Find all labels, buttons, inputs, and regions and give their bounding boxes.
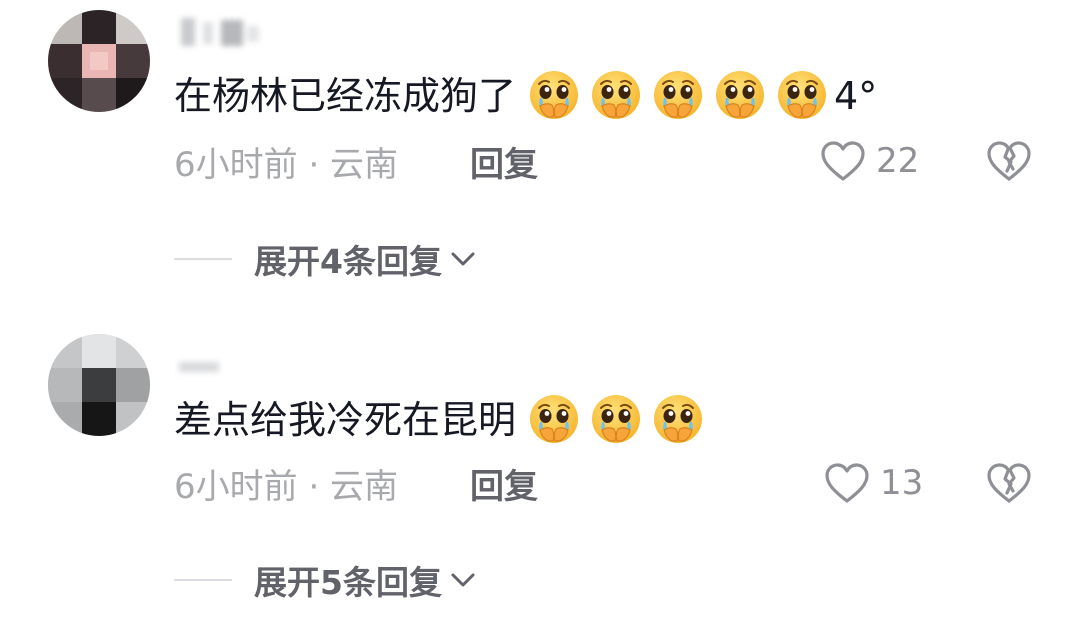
- pleading-face-covering-mouth-emoji: [592, 395, 641, 443]
- broken-heart-icon[interactable]: [986, 138, 1032, 184]
- timestamp-location: 6小时前 · 云南: [174, 466, 399, 507]
- expand-replies[interactable]: 展开4条回复: [174, 234, 478, 284]
- comment-text: 在杨林已经冻成狗了 4°: [174, 66, 877, 126]
- pleading-face-covering-mouth-emoji: [654, 71, 703, 119]
- like-button[interactable]: 22: [820, 136, 919, 186]
- comment-body: 在杨林已经冻成狗了: [174, 74, 517, 118]
- username-blurred[interactable]: [175, 12, 265, 52]
- reply-button[interactable]: 回复: [470, 458, 538, 508]
- divider: [174, 579, 232, 581]
- expand-replies-button[interactable]: 展开5条回复: [254, 556, 478, 604]
- timestamp-location: 6小时前 · 云南: [174, 144, 399, 185]
- reply-label: 回复: [470, 466, 538, 507]
- pleading-face-covering-mouth-emoji: [778, 71, 827, 119]
- like-count: 22: [876, 141, 920, 181]
- expand-replies-label: 展开5条回复: [254, 563, 442, 602]
- pleading-face-covering-mouth-emoji: [716, 71, 765, 119]
- broken-heart-icon[interactable]: [986, 460, 1032, 506]
- pleading-face-covering-mouth-emoji: [592, 71, 641, 119]
- expand-replies[interactable]: 展开5条回复: [174, 555, 478, 605]
- comment-text: 差点给我冷死在昆明: [174, 390, 710, 450]
- comment-body: 差点给我冷死在昆明: [174, 398, 517, 442]
- pleading-face-covering-mouth-emoji: [654, 395, 703, 443]
- divider: [174, 258, 232, 260]
- comment-suffix: 4°: [834, 74, 878, 118]
- like-count: 13: [880, 463, 924, 503]
- pleading-face-covering-mouth-emoji: [530, 395, 579, 443]
- pleading-face-covering-mouth-emoji: [530, 71, 579, 119]
- heart-icon: [825, 463, 869, 503]
- chevron-down-icon: [451, 252, 475, 266]
- expand-replies-label: 展开4条回复: [254, 242, 442, 281]
- comment-meta: 6小时前 · 云南: [174, 458, 398, 508]
- reply-button[interactable]: 回复: [470, 136, 538, 186]
- comment-meta: 6小时前 · 云南: [174, 136, 398, 186]
- avatar[interactable]: [48, 334, 150, 436]
- emoji-group: [516, 392, 706, 448]
- like-button[interactable]: 13: [824, 458, 923, 508]
- expand-replies-button[interactable]: 展开4条回复: [254, 235, 478, 283]
- avatar[interactable]: [48, 10, 150, 112]
- heart-icon: [821, 141, 865, 181]
- chevron-down-icon: [451, 573, 475, 587]
- emoji-group: [516, 68, 830, 124]
- username-blurred[interactable]: [175, 346, 235, 386]
- reply-label: 回复: [470, 144, 538, 185]
